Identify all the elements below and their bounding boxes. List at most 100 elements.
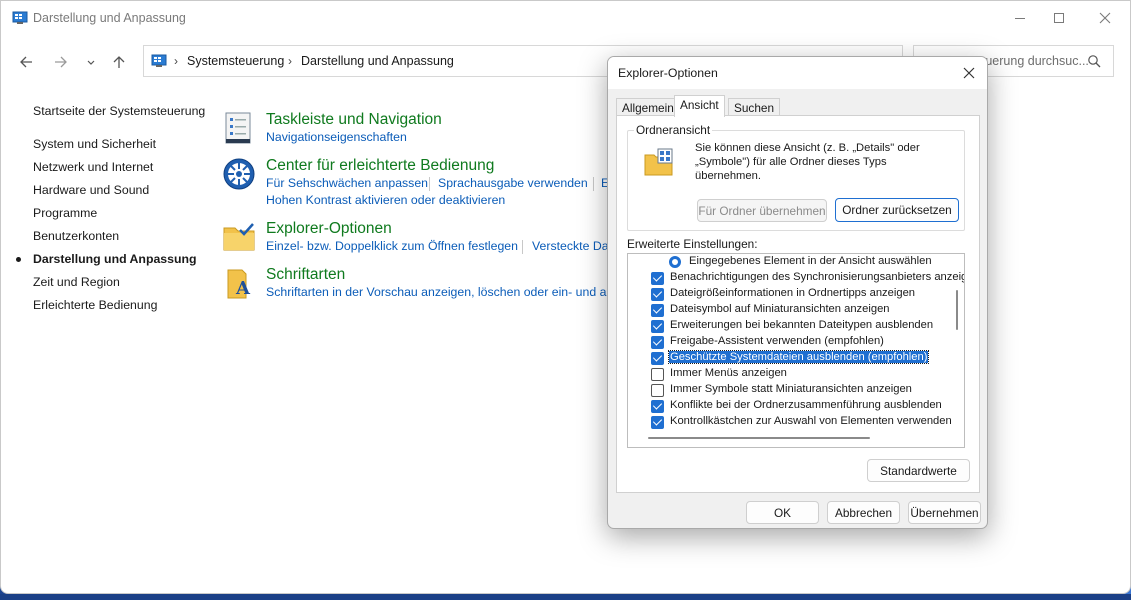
- up-button[interactable]: [107, 50, 131, 74]
- list-item-label: Immer Menüs anzeigen: [670, 367, 787, 379]
- folder-view-icon: [644, 148, 673, 176]
- category-title-ease-of-access[interactable]: Center für erleichterte Bedienung: [266, 157, 494, 175]
- close-icon[interactable]: [959, 63, 979, 83]
- checkbox[interactable]: [651, 352, 664, 365]
- category-title-fonts[interactable]: Schriftarten: [266, 266, 345, 284]
- link-hidden-files[interactable]: Versteckte Date: [532, 239, 619, 253]
- link-click-mode[interactable]: Einzel- bzw. Doppelklick zum Öffnen fest…: [266, 239, 518, 253]
- link-navigation-properties[interactable]: Navigationseigenschaften: [266, 130, 407, 144]
- apply-button[interactable]: Übernehmen: [908, 501, 981, 524]
- active-bullet-icon: [16, 257, 21, 262]
- list-item-label: Dateisymbol auf Miniaturansichten anzeig…: [670, 303, 890, 315]
- checkbox[interactable]: [651, 288, 664, 301]
- reset-folders-button[interactable]: Ordner zurücksetzen: [835, 198, 959, 222]
- list-item[interactable]: Dateisymbol auf Miniaturansichten anzeig…: [628, 302, 958, 318]
- list-item-label: Freigabe-Assistent verwenden (empfohlen): [670, 335, 884, 347]
- checkbox[interactable]: [651, 304, 664, 317]
- checkbox[interactable]: [651, 400, 664, 413]
- link-high-contrast[interactable]: Hohen Kontrast aktivieren oder deaktivie…: [266, 193, 505, 207]
- list-item-label: Immer Symbole statt Miniaturansichten an…: [670, 383, 912, 395]
- vertical-scrollbar[interactable]: [956, 290, 958, 330]
- dialog-title: Explorer-Optionen: [618, 66, 718, 80]
- folder-view-description: Sie können diese Ansicht (z. B. „Details…: [695, 142, 920, 182]
- list-item-label: Dateigrößeinformationen in Ordnertipps a…: [670, 287, 916, 299]
- checkbox[interactable]: [651, 272, 664, 285]
- chevron-right-icon: ›: [288, 54, 292, 68]
- taskbar-settings-icon: [225, 112, 251, 144]
- list-item[interactable]: Immer Symbole statt Miniaturansichten an…: [628, 382, 958, 398]
- link-vision-adjust[interactable]: Für Sehschwächen anpassen: [266, 176, 428, 190]
- folder-view-group: Ordneransicht Sie können diese Ansicht (…: [627, 123, 965, 231]
- checkbox[interactable]: [651, 416, 664, 429]
- chevron-down-icon: [87, 60, 95, 65]
- radio-button[interactable]: [669, 256, 681, 268]
- link-divider: [593, 177, 594, 191]
- sidebar-item-system[interactable]: System und Sicherheit: [33, 137, 156, 151]
- link-font-preview[interactable]: Schriftarten in der Vorschau anzeigen, l…: [266, 285, 626, 299]
- back-button[interactable]: [14, 50, 38, 74]
- list-item-label-selected: Geschützte Systemdateien ausblenden (emp…: [667, 350, 930, 364]
- category-title-taskbar[interactable]: Taskleiste und Navigation: [266, 111, 442, 129]
- breadcrumb-systemsteuerung[interactable]: Systemsteuerung: [187, 54, 284, 68]
- tab-allgemein[interactable]: Allgemein: [616, 98, 680, 116]
- list-item[interactable]: Immer Menüs anzeigen: [628, 366, 958, 382]
- svg-text:A: A: [235, 278, 251, 299]
- desktop-background-strip: [0, 594, 1131, 600]
- list-item-label: Erweiterungen bei bekannten Dateitypen a…: [670, 319, 934, 331]
- list-item-label: Konflikte bei der Ordnerzusammenführung …: [670, 399, 942, 411]
- apply-to-folders-button[interactable]: Für Ordner übernehmen: [697, 199, 827, 222]
- list-item[interactable]: Kontrollkästchen zur Auswahl von Element…: [628, 414, 958, 430]
- sidebar-item-programs[interactable]: Programme: [33, 206, 97, 220]
- close-icon: [1099, 12, 1111, 24]
- category-title-explorer-options[interactable]: Explorer-Optionen: [266, 220, 392, 238]
- folder-view-legend: Ordneransicht: [634, 123, 713, 137]
- list-item[interactable]: Freigabe-Assistent verwenden (empfohlen): [628, 334, 958, 350]
- checkbox[interactable]: [651, 336, 664, 349]
- list-item[interactable]: Benachrichtigungen des Synchronisierungs…: [628, 270, 964, 286]
- list-item[interactable]: Geschützte Systemdateien ausblenden (emp…: [628, 350, 958, 366]
- sidebar-item-home[interactable]: Startseite der Systemsteuerung: [33, 104, 205, 118]
- list-item-label: Eingegebenes Element in der Ansicht ausw…: [689, 255, 932, 267]
- list-item[interactable]: Konflikte bei der Ordnerzusammenführung …: [628, 398, 958, 414]
- link-narrator[interactable]: Sprachausgabe verwenden: [438, 176, 588, 190]
- control-panel-icon: [151, 54, 167, 67]
- list-item[interactable]: Dateigrößeinformationen in Ordnertipps a…: [628, 286, 958, 302]
- chevron-right-icon: ›: [174, 54, 178, 68]
- link-divider: [429, 177, 430, 191]
- checkbox[interactable]: [651, 384, 664, 397]
- cancel-button[interactable]: Abbrechen: [827, 501, 900, 524]
- arrow-right-icon: [55, 56, 67, 68]
- sidebar-item-accounts[interactable]: Benutzerkonten: [33, 229, 119, 243]
- recent-locations-button[interactable]: [79, 50, 103, 74]
- minimize-icon: [1015, 17, 1025, 19]
- sidebar-item-region[interactable]: Zeit und Region: [33, 275, 120, 289]
- list-item[interactable]: Erweiterungen bei bekannten Dateitypen a…: [628, 318, 958, 334]
- arrow-left-icon: [20, 56, 32, 68]
- maximize-button[interactable]: [1036, 1, 1082, 35]
- sidebar-item-hardware[interactable]: Hardware und Sound: [33, 183, 149, 197]
- maximize-icon: [1054, 13, 1064, 23]
- tab-panel-ansicht: Ordneransicht Sie können diese Ansicht (…: [616, 115, 980, 493]
- close-button[interactable]: [1082, 1, 1128, 35]
- tab-suchen[interactable]: Suchen: [728, 98, 781, 116]
- ease-of-access-icon: [223, 158, 255, 190]
- ok-button[interactable]: OK: [746, 501, 819, 524]
- control-panel-icon: [12, 11, 28, 24]
- horizontal-scrollbar[interactable]: [648, 437, 870, 439]
- breadcrumb-darstellung[interactable]: Darstellung und Anpassung: [301, 54, 454, 68]
- list-item-label: Benachrichtigungen des Synchronisierungs…: [670, 271, 965, 283]
- sidebar-item-network[interactable]: Netzwerk und Internet: [33, 160, 153, 174]
- sidebar-item-accessibility[interactable]: Erleichterte Bedienung: [33, 298, 157, 312]
- advanced-settings-list[interactable]: Eingegebenes Element in der Ansicht ausw…: [627, 253, 965, 448]
- list-item[interactable]: Eingegebenes Element in der Ansicht ausw…: [628, 254, 958, 270]
- explorer-options-icon: [223, 223, 255, 251]
- search-icon: [1088, 55, 1101, 68]
- checkbox[interactable]: [651, 320, 664, 333]
- checkbox[interactable]: [651, 368, 664, 381]
- sidebar-item-appearance[interactable]: Darstellung und Anpassung: [33, 252, 197, 266]
- dialog-title-bar: Explorer-Optionen: [608, 57, 987, 89]
- title-bar: Darstellung und Anpassung: [1, 1, 1130, 37]
- tab-ansicht[interactable]: Ansicht: [674, 95, 725, 117]
- restore-defaults-button[interactable]: Standardwerte: [867, 459, 970, 482]
- forward-button[interactable]: [49, 50, 73, 74]
